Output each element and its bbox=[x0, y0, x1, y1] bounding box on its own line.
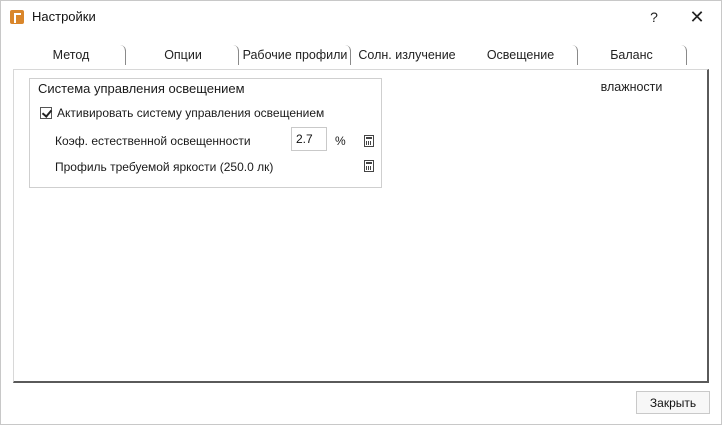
lighting-panel: Система управления освещением Активирова… bbox=[13, 69, 709, 383]
lighting-control-group: Система управления освещением Активирова… bbox=[29, 78, 382, 188]
calculator-icon[interactable] bbox=[364, 135, 374, 147]
help-button[interactable]: ? bbox=[642, 5, 666, 29]
tab-separator bbox=[681, 45, 687, 65]
settings-window: Настройки ? ✕ Метод Опции Рабочие профил… bbox=[0, 0, 722, 425]
coef-input[interactable] bbox=[291, 127, 327, 151]
group-title: Система управления освещением bbox=[38, 81, 245, 96]
title-bar: Настройки ? ✕ bbox=[1, 1, 721, 33]
tab-solar-radiation[interactable]: Солн. излучение bbox=[357, 39, 457, 69]
tab-humidity-balance[interactable]: Баланс влажности bbox=[578, 39, 685, 94]
coef-label: Коэф. естественной освещенности bbox=[55, 134, 251, 148]
calculator-icon[interactable] bbox=[364, 160, 374, 172]
close-button[interactable]: Закрыть bbox=[636, 391, 710, 414]
coef-unit: % bbox=[335, 134, 346, 148]
brightness-profile-label: Профиль требуемой яркости (250.0 лк) bbox=[55, 160, 274, 174]
tab-options[interactable]: Опции bbox=[133, 39, 233, 69]
activate-label[interactable]: Активировать систему управления освещени… bbox=[57, 106, 324, 120]
tab-lighting[interactable]: Освещение bbox=[483, 39, 558, 69]
activate-checkbox[interactable] bbox=[40, 107, 52, 119]
app-logo-icon bbox=[10, 10, 24, 24]
close-icon[interactable]: ✕ bbox=[685, 5, 709, 29]
tab-method[interactable]: Метод bbox=[21, 39, 121, 69]
tab-separator bbox=[120, 45, 126, 65]
tab-strip: Метод Опции Рабочие профили Солн. излуче… bbox=[13, 39, 709, 94]
tab-work-profiles[interactable]: Рабочие профили bbox=[241, 39, 349, 69]
tab-separator bbox=[233, 45, 239, 65]
window-title: Настройки bbox=[32, 9, 96, 24]
tab-separator bbox=[345, 45, 351, 65]
